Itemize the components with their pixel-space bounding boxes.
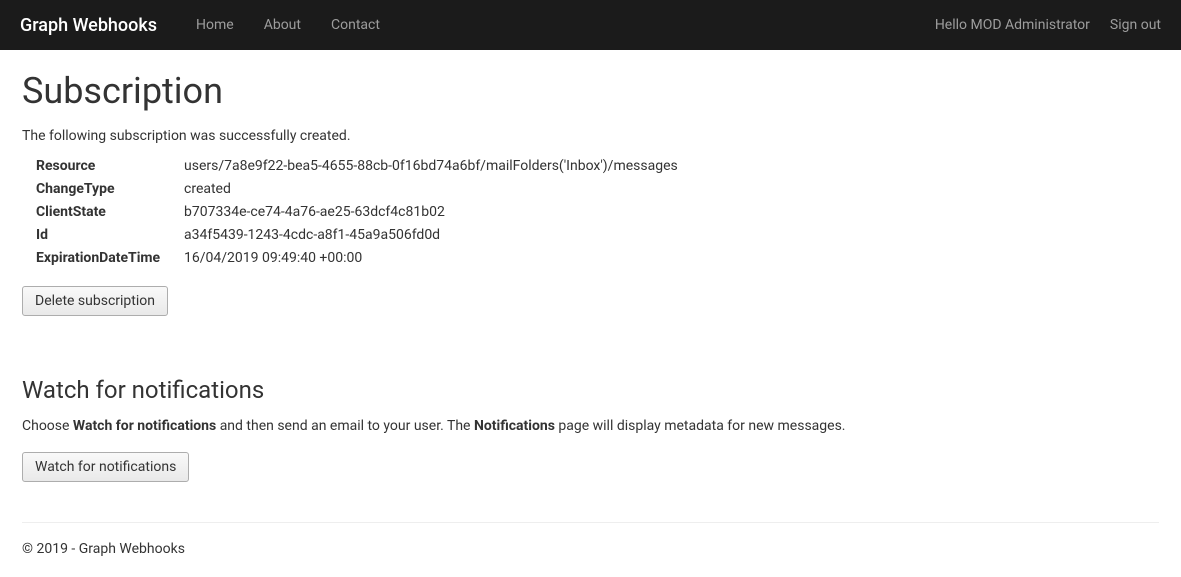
value-clientstate: b707334e-ce74-4a76-ae25-63dcf4c81b02 <box>184 204 445 220</box>
detail-row-id: Id a34f5439-1243-4cdc-a8f1-45a9a506fd0d <box>36 227 1159 243</box>
watch-heading: Watch for notifications <box>22 376 1159 404</box>
instruction-text: Choose <box>22 418 73 434</box>
brand-link[interactable]: Graph Webhooks <box>20 15 157 36</box>
detail-row-expiration: ExpirationDateTime 16/04/2019 09:49:40 +… <box>36 250 1159 266</box>
label-expiration: ExpirationDateTime <box>36 250 184 266</box>
main-content: Subscription The following subscription … <box>0 50 1181 577</box>
detail-row-resource: Resource users/7a8e9f22-bea5-4655-88cb-0… <box>36 158 1159 174</box>
page-title: Subscription <box>22 70 1159 112</box>
value-id: a34f5439-1243-4cdc-a8f1-45a9a506fd0d <box>184 227 440 243</box>
instruction-bold: Notifications <box>474 418 555 434</box>
nav-right: Hello MOD Administrator Sign out <box>935 17 1161 33</box>
instruction-text: page will display metadata for new messa… <box>555 418 846 434</box>
user-greeting: Hello MOD Administrator <box>935 17 1090 33</box>
divider <box>22 522 1159 523</box>
value-changetype: created <box>184 181 231 197</box>
label-resource: Resource <box>36 158 184 174</box>
watch-instruction: Choose Watch for notifications and then … <box>22 418 1159 434</box>
instruction-bold: Watch for notifications <box>73 418 216 434</box>
footer-text: © 2019 - Graph Webhooks <box>22 541 1159 557</box>
nav-contact[interactable]: Contact <box>316 17 395 33</box>
detail-row-clientstate: ClientState b707334e-ce74-4a76-ae25-63dc… <box>36 204 1159 220</box>
watch-notifications-button[interactable]: Watch for notifications <box>22 452 189 482</box>
detail-row-changetype: ChangeType created <box>36 181 1159 197</box>
success-message: The following subscription was successfu… <box>22 128 1159 144</box>
nav-about[interactable]: About <box>249 17 316 33</box>
value-expiration: 16/04/2019 09:49:40 +00:00 <box>184 250 362 266</box>
instruction-text: and then send an email to your user. The <box>216 418 474 434</box>
nav-links: Home About Contact <box>181 17 935 33</box>
subscription-details: Resource users/7a8e9f22-bea5-4655-88cb-0… <box>36 158 1159 266</box>
value-resource: users/7a8e9f22-bea5-4655-88cb-0f16bd74a6… <box>184 158 678 174</box>
signout-link[interactable]: Sign out <box>1110 17 1161 33</box>
navbar: Graph Webhooks Home About Contact Hello … <box>0 0 1181 50</box>
nav-home[interactable]: Home <box>181 17 249 33</box>
delete-subscription-button[interactable]: Delete subscription <box>22 286 168 316</box>
label-clientstate: ClientState <box>36 204 184 220</box>
label-changetype: ChangeType <box>36 181 184 197</box>
label-id: Id <box>36 227 184 243</box>
